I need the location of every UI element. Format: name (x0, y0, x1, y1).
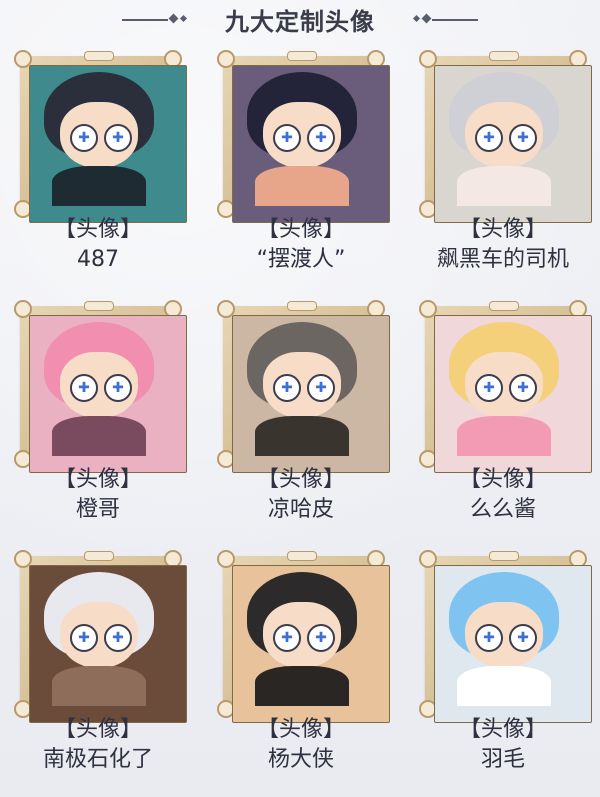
avatar-image (434, 315, 592, 473)
avatar-name: 南极石化了 (42, 747, 153, 772)
page: 九大定制头像 【头像】 487 (0, 0, 600, 797)
header: 九大定制头像 (0, 0, 600, 44)
avatar-name: 羽毛 (480, 747, 525, 772)
avatar-tag: 【头像】 (256, 717, 345, 742)
avatar-frame (14, 550, 187, 723)
avatar-tag: 【头像】 (53, 217, 142, 242)
avatar-image (29, 315, 187, 473)
avatar-image (29, 565, 187, 723)
avatar-name: 凉哈皮 (267, 497, 334, 522)
avatar-tag: 【头像】 (458, 467, 547, 492)
avatar-tag: 【头像】 (458, 717, 547, 742)
avatar-frame (14, 300, 187, 473)
avatar-frame (419, 300, 592, 473)
avatar-tag: 【头像】 (53, 717, 142, 742)
avatar-frame (217, 300, 390, 473)
avatar-name: 杨大侠 (267, 747, 334, 772)
avatar-tag: 【头像】 (256, 217, 345, 242)
avatar-frame (419, 50, 592, 223)
avatar-tag: 【头像】 (458, 217, 547, 242)
title-deco-line-right (432, 19, 478, 21)
avatar-image (232, 565, 390, 723)
avatar-tag: 【头像】 (53, 467, 142, 492)
avatar-name: 橙哥 (75, 497, 120, 522)
avatar-frame (217, 50, 390, 223)
avatar-name: 飙黑车的司机 (436, 247, 569, 272)
avatar-image (232, 315, 390, 473)
avatar-image (434, 65, 592, 223)
avatar-image (29, 65, 187, 223)
page-title: 九大定制头像 (225, 8, 375, 36)
avatar-frame (14, 50, 187, 223)
avatar-name: 487 (77, 247, 119, 272)
avatar-tag: 【头像】 (256, 467, 345, 492)
avatar-image (434, 565, 592, 723)
avatar-image (232, 65, 390, 223)
avatar-frame (217, 550, 390, 723)
avatar-name: “摆渡人” (256, 247, 346, 272)
avatar-frame (419, 550, 592, 723)
avatar-name: 么么酱 (469, 497, 536, 522)
